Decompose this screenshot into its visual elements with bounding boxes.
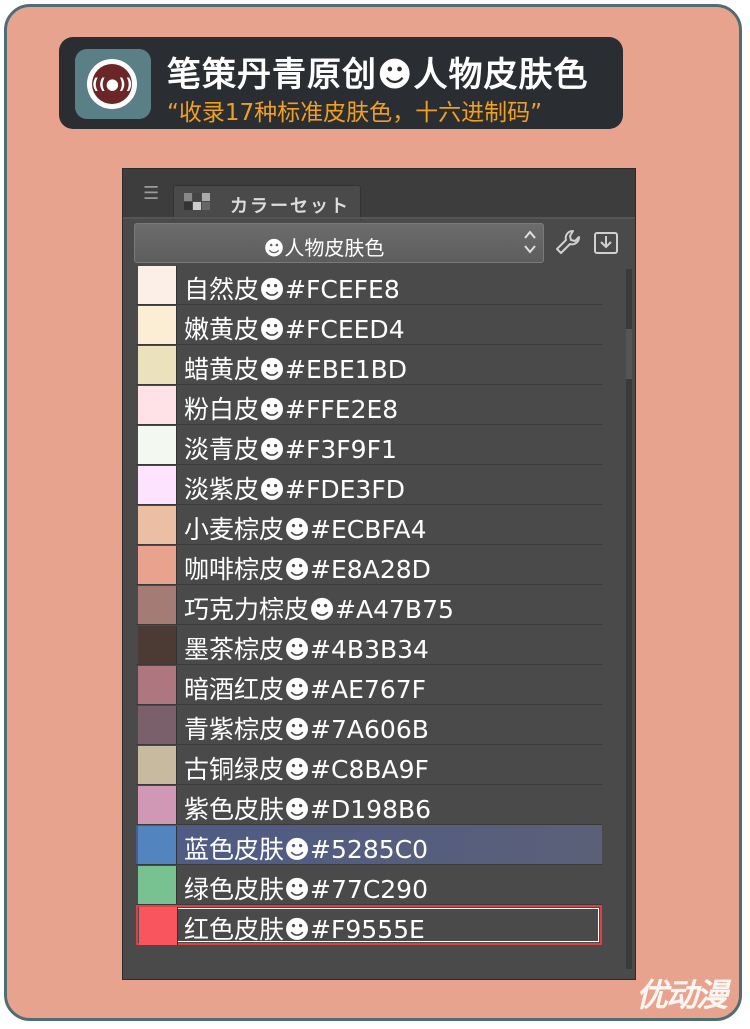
color-swatch: [138, 826, 177, 864]
color-row[interactable]: 淡青皮☻#F3F9F1: [136, 425, 602, 465]
color-swatch: [139, 907, 178, 945]
color-row[interactable]: 绿色皮肤☻#77C290: [136, 865, 602, 905]
banner-title: 笔策丹青原创☻人物皮肤色: [167, 55, 589, 95]
color-name: 粉白皮☻#FFE2E8: [184, 395, 399, 424]
color-set-panel: ☰ カラーセット ☻人物皮肤色 自然皮☻#FCEFE8 嫩黄皮☻#FCEED4 …: [122, 168, 636, 980]
banner-subtitle: “收录17种标准皮肤色，十六进制码”: [167, 100, 543, 126]
color-name: 蜡黄皮☻#EBE1BD: [184, 355, 408, 384]
record-disc-icon: ((●)): [87, 59, 137, 109]
watermark-logo: 优动漫: [636, 970, 736, 1014]
color-row[interactable]: 青紫棕皮☻#7A606B: [136, 705, 602, 745]
color-set-icon: [184, 193, 212, 215]
color-name: 嫩黄皮☻#FCEED4: [184, 315, 405, 344]
color-swatch: [138, 586, 177, 624]
tab-label: カラーセット: [230, 196, 350, 217]
menu-icon[interactable]: ☰: [143, 185, 159, 203]
color-name: 墨茶棕皮☻#4B3B34: [184, 635, 429, 664]
watermark-text: 优动漫: [636, 976, 728, 1014]
color-row[interactable]: 蓝色皮肤☻#5285C0: [136, 825, 602, 865]
color-row[interactable]: 小麦棕皮☻#ECBFA4: [136, 505, 602, 545]
color-swatch: [138, 266, 177, 304]
color-swatch: [138, 306, 177, 344]
color-swatch: [138, 386, 177, 424]
color-row[interactable]: 粉白皮☻#FFE2E8: [136, 385, 602, 425]
color-name: 绿色皮肤☻#77C290: [184, 875, 428, 904]
color-name: 蓝色皮肤☻#5285C0: [184, 835, 428, 864]
updown-icon: [523, 228, 537, 259]
color-row[interactable]: 红色皮肤☻#F9555E: [136, 905, 602, 945]
color-swatch: [138, 866, 177, 904]
color-swatch: [138, 706, 177, 744]
color-row[interactable]: 自然皮☻#FCEFE8: [136, 265, 602, 305]
color-name: 淡紫皮☻#FDE3FD: [184, 475, 405, 504]
color-name: 巧克力棕皮☻#A47B75: [184, 595, 454, 624]
color-name: 咖啡棕皮☻#E8A28D: [184, 555, 431, 584]
color-set-selector[interactable]: ☻人物皮肤色: [134, 223, 544, 263]
title-banner: ((●)) 笔策丹青原创☻人物皮肤色 “收录17种标准皮肤色，十六进制码”: [59, 37, 623, 129]
color-name: 小麦棕皮☻#ECBFA4: [184, 515, 427, 544]
color-row[interactable]: 蜡黄皮☻#EBE1BD: [136, 345, 602, 385]
import-icon[interactable]: [591, 227, 621, 257]
panel-tab-bar: ☰ カラーセット: [123, 169, 635, 220]
divider: [123, 217, 635, 219]
color-row[interactable]: 淡紫皮☻#FDE3FD: [136, 465, 602, 505]
color-swatch: [138, 346, 177, 384]
color-name: 自然皮☻#FCEFE8: [184, 275, 400, 304]
color-swatch: [138, 466, 177, 504]
color-row[interactable]: 墨茶棕皮☻#4B3B34: [136, 625, 602, 665]
color-row[interactable]: 古铜绿皮☻#C8BA9F: [136, 745, 602, 785]
color-name: 红色皮肤☻#F9555E: [184, 915, 425, 944]
color-row[interactable]: 紫色皮肤☻#D198B6: [136, 785, 602, 825]
color-swatch: [138, 546, 177, 584]
color-name: 古铜绿皮☻#C8BA9F: [184, 755, 429, 784]
logo-mark: ((●)): [92, 64, 133, 104]
color-row[interactable]: 咖啡棕皮☻#E8A28D: [136, 545, 602, 585]
color-row[interactable]: 巧克力棕皮☻#A47B75: [136, 585, 602, 625]
color-swatch: [138, 746, 177, 784]
color-name: 暗酒红皮☻#AE767F: [184, 675, 427, 704]
logo: ((●)): [75, 49, 151, 119]
color-swatch: [138, 426, 177, 464]
color-row[interactable]: 嫩黄皮☻#FCEED4: [136, 305, 602, 345]
wrench-icon[interactable]: [551, 227, 585, 261]
color-swatch: [138, 506, 177, 544]
color-name: 青紫棕皮☻#7A606B: [184, 715, 429, 744]
color-swatch: [138, 666, 177, 704]
color-swatch: [138, 626, 177, 664]
scrollbar-thumb[interactable]: [626, 329, 632, 379]
color-row[interactable]: 暗酒红皮☻#AE767F: [136, 665, 602, 705]
color-name: 紫色皮肤☻#D198B6: [184, 795, 432, 824]
selector-value: ☻人物皮肤色: [263, 236, 385, 260]
color-name: 淡青皮☻#F3F9F1: [184, 435, 397, 464]
tab-color-set[interactable]: カラーセット: [173, 185, 361, 220]
color-swatch: [138, 786, 177, 824]
